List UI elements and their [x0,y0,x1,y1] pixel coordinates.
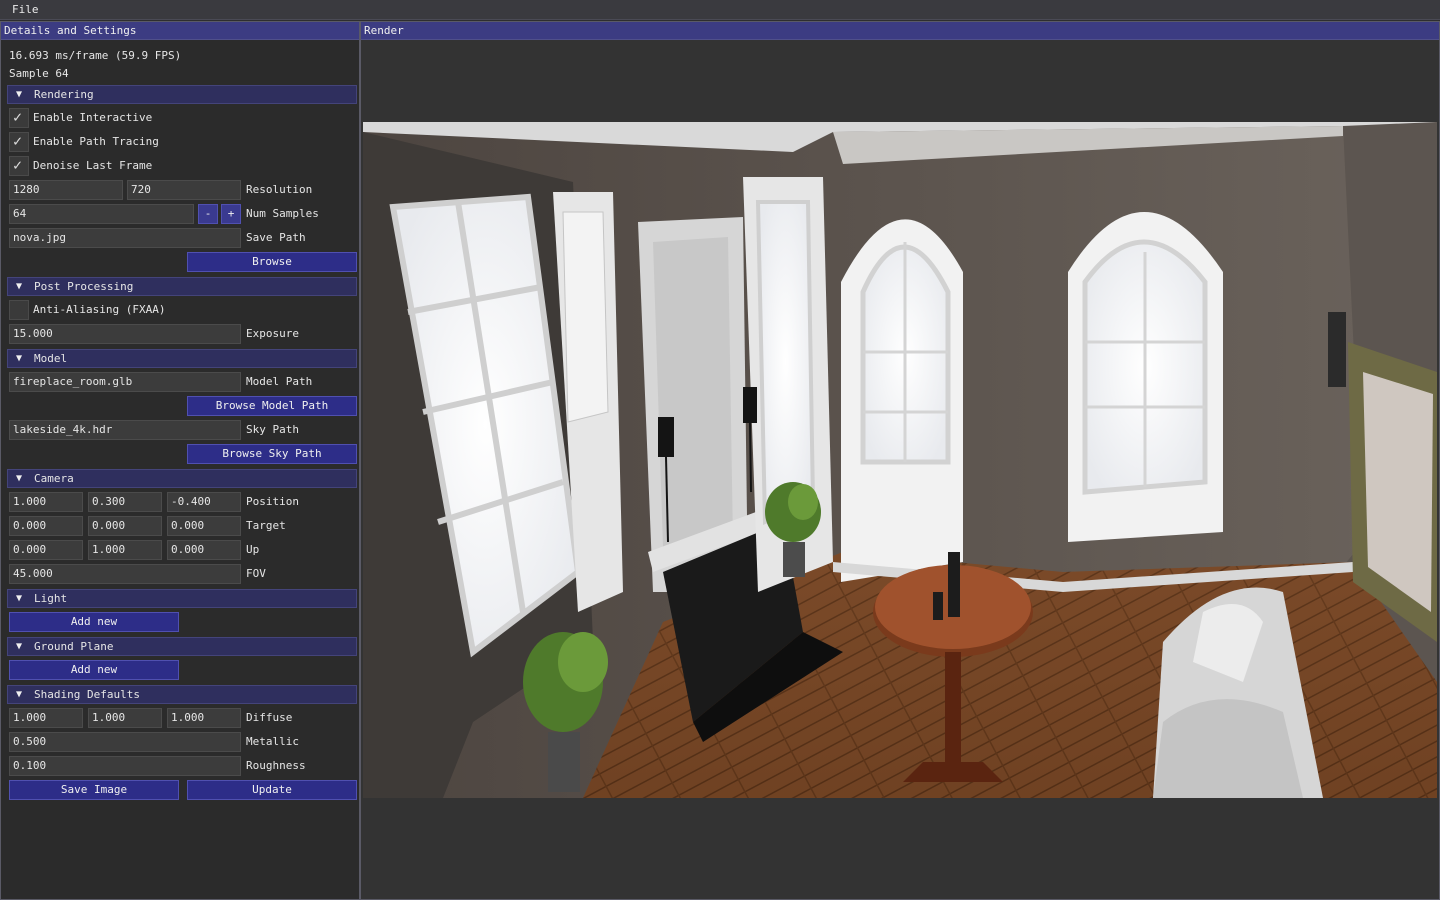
roughness-label: Roughness [246,759,306,772]
rendering-header-label: Rendering [34,88,94,101]
update-button[interactable]: Update [187,780,357,800]
resolution-width-input[interactable]: 1280 [9,180,123,200]
save-image-button[interactable]: Save Image [9,780,179,800]
add-light-button[interactable]: Add new [9,612,179,632]
triangle-down-icon: ▼ [16,473,23,484]
target-x-input[interactable]: 0.000 [9,516,83,536]
menu-bar: File [0,0,1440,20]
save-path-input[interactable]: nova.jpg [9,228,241,248]
ground-plane-header-label: Ground Plane [34,640,114,653]
up-z-input[interactable]: 0.000 [167,540,241,560]
sky-path-label: Sky Path [246,423,299,436]
ground-plane-header[interactable]: ▼ Ground Plane [7,637,357,656]
model-path-input[interactable]: fireplace_room.glb [9,372,241,392]
model-header[interactable]: ▼ Model [7,349,357,368]
light-header-label: Light [34,592,68,605]
rendering-header[interactable]: ▼ Rendering [7,85,357,104]
up-x-input[interactable]: 0.000 [9,540,83,560]
target-y-input[interactable]: 0.000 [88,516,162,536]
denoise-last-frame-checkbox[interactable]: ✓ [9,156,29,176]
target-z-input[interactable]: 0.000 [167,516,241,536]
metallic-input[interactable]: 0.500 [9,732,241,752]
browse-model-path-button[interactable]: Browse Model Path [187,396,357,416]
save-path-label: Save Path [246,231,306,244]
exposure-input[interactable]: 15.000 [9,324,241,344]
enable-path-tracing-label: Enable Path Tracing [33,135,159,148]
metallic-label: Metallic [246,735,299,748]
file-menu[interactable]: File [8,3,43,16]
exposure-label: Exposure [246,327,299,340]
position-label: Position [246,495,299,508]
triangle-down-icon: ▼ [16,353,23,364]
fov-input[interactable]: 45.000 [9,564,241,584]
camera-header[interactable]: ▼ Camera [7,469,357,488]
sample-count-text: Sample 64 [9,67,69,80]
denoise-last-frame-label: Denoise Last Frame [33,159,153,172]
checkmark-icon: ✓ [13,108,23,126]
num-samples-label: Num Samples [246,207,319,220]
diffuse-label: Diffuse [246,711,293,724]
position-x-input[interactable]: 1.000 [9,492,83,512]
shading-defaults-header[interactable]: ▼ Shading Defaults [7,685,357,704]
browse-sky-path-button[interactable]: Browse Sky Path [187,444,357,464]
details-settings-panel: Details and Settings 16.693 ms/frame (59… [0,21,360,900]
target-label: Target [246,519,286,532]
roughness-input[interactable]: 0.100 [9,756,241,776]
triangle-down-icon: ▼ [16,593,23,604]
shading-defaults-header-label: Shading Defaults [34,688,140,701]
enable-interactive-label: Enable Interactive [33,111,153,124]
enable-path-tracing-checkbox[interactable]: ✓ [9,132,29,152]
anti-aliasing-checkbox[interactable] [9,300,29,320]
diffuse-r-input[interactable]: 1.000 [9,708,83,728]
num-samples-input[interactable]: 64 [9,204,194,224]
sky-path-input[interactable]: lakeside_4k.hdr [9,420,241,440]
camera-header-label: Camera [34,472,74,485]
post-processing-header-label: Post Processing [34,280,134,293]
enable-interactive-checkbox[interactable]: ✓ [9,108,29,128]
checkmark-icon: ✓ [13,156,23,174]
position-y-input[interactable]: 0.300 [88,492,162,512]
model-path-label: Model Path [246,375,313,388]
render-panel-title[interactable]: Render [361,22,1439,40]
model-header-label: Model [34,352,68,365]
up-label: Up [246,543,260,556]
diffuse-b-input[interactable]: 1.000 [167,708,241,728]
triangle-down-icon: ▼ [16,89,23,100]
triangle-down-icon: ▼ [16,641,23,652]
post-processing-header[interactable]: ▼ Post Processing [7,277,357,296]
frame-time-text: 16.693 ms/frame (59.9 FPS) [9,49,182,62]
position-z-input[interactable]: -0.400 [167,492,241,512]
triangle-down-icon: ▼ [16,689,23,700]
render-panel: Render [360,21,1440,900]
anti-aliasing-label: Anti-Aliasing (FXAA) [33,303,166,316]
diffuse-g-input[interactable]: 1.000 [88,708,162,728]
panel-title[interactable]: Details and Settings [1,22,359,40]
num-samples-decrement-button[interactable]: - [198,204,218,224]
triangle-down-icon: ▼ [16,281,23,292]
resolution-height-input[interactable]: 720 [127,180,241,200]
render-viewport[interactable] [363,122,1437,798]
resolution-label: Resolution [246,183,313,196]
fov-label: FOV [246,567,266,580]
add-ground-plane-button[interactable]: Add new [9,660,179,680]
up-y-input[interactable]: 1.000 [88,540,162,560]
num-samples-increment-button[interactable]: + [221,204,241,224]
browse-button[interactable]: Browse [187,252,357,272]
light-header[interactable]: ▼ Light [7,589,357,608]
checkmark-icon: ✓ [13,132,23,150]
rendered-room-image [363,122,1437,798]
